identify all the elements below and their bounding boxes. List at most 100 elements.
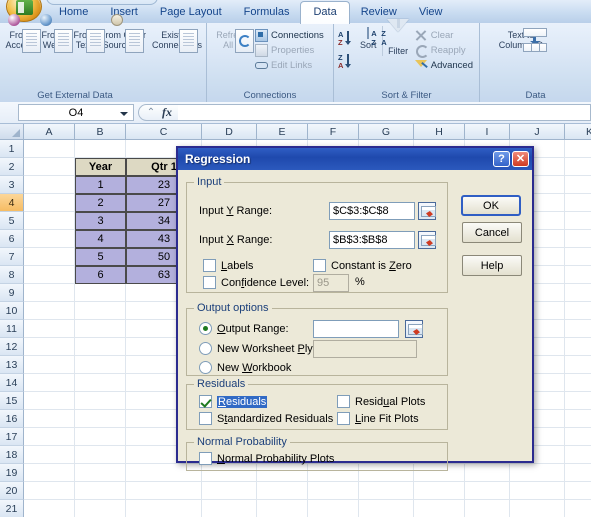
cell-A19[interactable]	[24, 464, 75, 482]
column-header-j[interactable]: J	[510, 124, 565, 140]
cell-A12[interactable]	[24, 338, 75, 356]
chevron-down-icon[interactable]	[120, 112, 128, 116]
table-cell-B6[interactable]: 4	[75, 230, 126, 248]
existing-connections-button[interactable]: Existing Connections	[152, 26, 202, 53]
table-cell-B4[interactable]: 2	[75, 194, 126, 212]
row-header-11[interactable]: 11	[0, 320, 24, 338]
input-x-range-field[interactable]: $B$3:$B$8	[329, 231, 415, 249]
row-header-3[interactable]: 3	[0, 176, 24, 194]
cell-A16[interactable]	[24, 410, 75, 428]
dialog-title-bar[interactable]: Regression ? ✕	[178, 148, 532, 170]
cell-K4[interactable]	[565, 194, 591, 212]
cell-G20[interactable]	[359, 482, 414, 500]
select-all-corner[interactable]	[0, 124, 24, 140]
cell-A13[interactable]	[24, 356, 75, 374]
from-access-button[interactable]: From Access	[4, 14, 41, 53]
properties-button[interactable]: Properties	[253, 43, 326, 58]
sort-descending-icon[interactable]: ZA	[338, 52, 354, 72]
table-cell-B7[interactable]: 5	[75, 248, 126, 266]
residual-plots-checkbox-row[interactable]: Residual Plots	[337, 395, 425, 408]
row-header-7[interactable]: 7	[0, 248, 24, 266]
cell-K15[interactable]	[565, 392, 591, 410]
tab-insert[interactable]: Insert	[99, 2, 149, 23]
filter-button[interactable]: Filter	[382, 19, 412, 56]
cell-K18[interactable]	[565, 446, 591, 464]
standardized-residuals-checkbox-row[interactable]: Standardized Residuals	[199, 412, 333, 425]
cell-B15[interactable]	[75, 392, 126, 410]
cell-B1[interactable]	[75, 140, 126, 158]
row-header-2[interactable]: 2	[0, 158, 24, 176]
column-header-i[interactable]: I	[465, 124, 510, 140]
row-header-1[interactable]: 1	[0, 140, 24, 158]
cell-K14[interactable]	[565, 374, 591, 392]
cell-B10[interactable]	[75, 302, 126, 320]
input-y-range-field[interactable]: $C$3:$C$8	[329, 202, 415, 220]
row-header-14[interactable]: 14	[0, 374, 24, 392]
cell-B18[interactable]	[75, 446, 126, 464]
advanced-filter-button[interactable]: Advanced	[413, 58, 475, 73]
cell-H21[interactable]	[414, 500, 465, 517]
cell-K17[interactable]	[565, 428, 591, 446]
cell-A7[interactable]	[24, 248, 75, 266]
cell-A3[interactable]	[24, 176, 75, 194]
cell-A2[interactable]	[24, 158, 75, 176]
cell-K9[interactable]	[565, 284, 591, 302]
cell-K6[interactable]	[565, 230, 591, 248]
table-cell-B5[interactable]: 3	[75, 212, 126, 230]
cell-B17[interactable]	[75, 428, 126, 446]
cell-A14[interactable]	[24, 374, 75, 392]
cell-K12[interactable]	[565, 338, 591, 356]
new-worksheet-radio-row[interactable]: New Worksheet Ply:	[199, 342, 316, 355]
cell-A11[interactable]	[24, 320, 75, 338]
cell-B19[interactable]	[75, 464, 126, 482]
tab-data[interactable]: Data	[300, 1, 350, 24]
column-header-d[interactable]: D	[202, 124, 257, 140]
cell-K1[interactable]	[565, 140, 591, 158]
cell-B11[interactable]	[75, 320, 126, 338]
expand-formula-bar-icon[interactable]: ⌃	[143, 106, 159, 120]
cell-B16[interactable]	[75, 410, 126, 428]
edit-links-button[interactable]: Edit Links	[253, 58, 326, 73]
cell-I21[interactable]	[465, 500, 510, 517]
cell-G21[interactable]	[359, 500, 414, 517]
insert-function-icon[interactable]: fx	[159, 105, 178, 120]
cancel-button[interactable]: Cancel	[462, 222, 522, 243]
tab-formulas[interactable]: Formulas	[233, 2, 301, 23]
row-header-12[interactable]: 12	[0, 338, 24, 356]
tab-home[interactable]: Home	[48, 2, 99, 23]
cell-B12[interactable]	[75, 338, 126, 356]
refresh-all-button[interactable]: Refresh All ˅	[211, 26, 254, 53]
cell-E20[interactable]	[257, 482, 308, 500]
row-header-4[interactable]: 4	[0, 194, 24, 212]
cell-A8[interactable]	[24, 266, 75, 284]
cell-I20[interactable]	[465, 482, 510, 500]
cell-K11[interactable]	[565, 320, 591, 338]
column-header-g[interactable]: G	[359, 124, 414, 140]
table-header-B2[interactable]: Year	[75, 158, 126, 176]
row-header-21[interactable]: 21	[0, 500, 24, 517]
cell-K8[interactable]	[565, 266, 591, 284]
cell-D20[interactable]	[202, 482, 257, 500]
row-header-8[interactable]: 8	[0, 266, 24, 284]
table-cell-B8[interactable]: 6	[75, 266, 126, 284]
line-fit-plots-checkbox[interactable]	[337, 412, 350, 425]
cell-F21[interactable]	[308, 500, 359, 517]
cell-A5[interactable]	[24, 212, 75, 230]
table-cell-B3[interactable]: 1	[75, 176, 126, 194]
cell-A20[interactable]	[24, 482, 75, 500]
confidence-level-checkbox-row[interactable]: Confidence Level:	[203, 276, 309, 289]
row-header-5[interactable]: 5	[0, 212, 24, 230]
residuals-checkbox[interactable]	[199, 395, 212, 408]
cell-K20[interactable]	[565, 482, 591, 500]
normal-probability-plots-checkbox[interactable]	[199, 452, 212, 465]
cell-A15[interactable]	[24, 392, 75, 410]
tab-view[interactable]: View	[408, 2, 454, 23]
row-header-6[interactable]: 6	[0, 230, 24, 248]
output-range-radio-row[interactable]: Output Range:	[199, 322, 289, 335]
cell-F20[interactable]	[308, 482, 359, 500]
help-icon[interactable]: ?	[493, 151, 510, 167]
cell-J21[interactable]	[510, 500, 565, 517]
ok-button[interactable]: OK	[461, 195, 521, 216]
cell-B14[interactable]	[75, 374, 126, 392]
row-header-17[interactable]: 17	[0, 428, 24, 446]
